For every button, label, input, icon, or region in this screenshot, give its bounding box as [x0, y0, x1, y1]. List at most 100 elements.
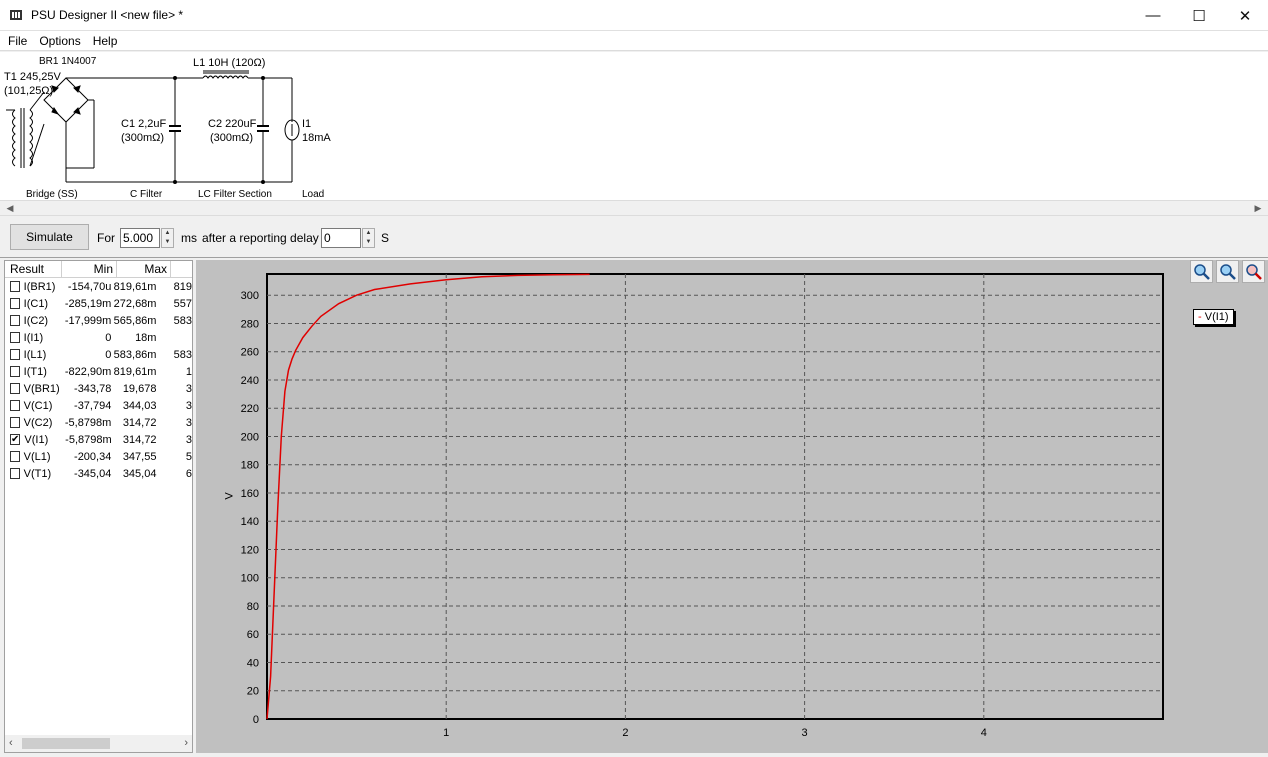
window-title: PSU Designer II <new file> * [31, 8, 184, 22]
result-extra: 583 [173, 314, 192, 327]
inductor-label: L1 10H (120Ω) [193, 57, 265, 69]
result-name: V(BR1) [23, 382, 60, 395]
scrollbar-thumb[interactable] [22, 738, 110, 749]
result-row[interactable]: I(T1) -822,90m 819,61m 1 [5, 363, 192, 380]
result-row[interactable]: V(L1) -200,34 347,55 5 [5, 448, 192, 465]
result-max: 583,86m [113, 348, 157, 361]
result-max: 819,61m [113, 280, 157, 293]
result-name: V(I1) [24, 433, 49, 446]
x-tick-label: 3 [802, 727, 808, 739]
duration-spinner[interactable]: ▲ ▼ [161, 228, 174, 248]
duration-input[interactable]: 5.000 [120, 228, 160, 248]
y-tick-label: 180 [241, 460, 259, 472]
menu-options[interactable]: Options [33, 34, 86, 48]
result-name: V(C2) [23, 416, 53, 429]
result-row[interactable]: I(C1) -285,19m 272,68m 557 [5, 295, 192, 312]
schematic-scrollbar[interactable]: ◀ ▶ [0, 200, 1268, 216]
result-max: 345,04 [122, 467, 157, 480]
transformer-symbol[interactable] [6, 91, 45, 168]
y-tick-label: 60 [247, 629, 259, 641]
result-row[interactable]: ✔ V(I1) -5,8798m 314,72 3 [5, 431, 192, 448]
c2-label: C2 220uF [208, 118, 257, 130]
result-checkbox[interactable] [10, 417, 20, 428]
result-max: 19,678 [122, 382, 157, 395]
result-checkbox[interactable] [10, 468, 20, 479]
maximize-button[interactable]: ☐ [1176, 0, 1222, 31]
result-min: -822,90m [64, 365, 112, 378]
result-name: V(T1) [23, 467, 52, 480]
bridge-label: BR1 1N4007 [39, 56, 97, 67]
result-checkbox[interactable] [10, 332, 20, 343]
y-tick-label: 20 [247, 686, 259, 698]
menu-help[interactable]: Help [87, 34, 124, 48]
result-row[interactable]: V(T1) -345,04 345,04 6 [5, 465, 192, 482]
scroll-left-icon[interactable]: ◀ [2, 201, 18, 215]
result-checkbox[interactable] [10, 281, 20, 292]
duration-unit: ms [181, 231, 197, 245]
section-load-label: Load [302, 189, 324, 200]
results-list: Result Min Max I(BR1) -154,70u 819,61m 819 I… [4, 260, 193, 753]
close-button[interactable]: ✕ [1222, 0, 1268, 31]
bridge-rectifier-symbol[interactable] [43, 77, 292, 183]
menu-file[interactable]: File [0, 34, 33, 48]
result-row[interactable]: V(C2) -5,8798m 314,72 3 [5, 414, 192, 431]
result-checkbox[interactable] [10, 315, 20, 326]
c1-resistance: (300mΩ) [121, 132, 164, 144]
transformer-label: T1 245,25V [4, 71, 62, 83]
result-min: 0 [105, 348, 112, 361]
header-max[interactable]: Max [117, 261, 171, 277]
schematic-view[interactable]: BR1 1N4007 T1 245,25V (101,25Ω) L1 10H (… [0, 52, 1268, 200]
result-checkbox[interactable] [10, 298, 20, 309]
result-checkbox[interactable] [10, 400, 20, 411]
result-extra: 3 [185, 433, 192, 446]
results-scrollbar[interactable]: ‹ › [5, 735, 192, 752]
result-checkbox[interactable] [10, 366, 20, 377]
y-tick-label: 280 [241, 318, 259, 330]
result-checkbox[interactable]: ✔ [10, 434, 21, 445]
result-row[interactable]: I(C2) -17,999m 565,86m 583 [5, 312, 192, 329]
result-checkbox[interactable] [10, 349, 20, 360]
result-row[interactable]: V(C1) -37,794 344,03 3 [5, 397, 192, 414]
scroll-right-icon[interactable]: › [184, 737, 188, 749]
menu-bar: File Options Help [0, 31, 1268, 51]
voltage-chart[interactable]: 0 20 40 60 80 100 120 140 160 180 200 220 240 260 280 3… [196, 260, 1268, 753]
result-row[interactable]: V(BR1) -343,78 19,678 3 [5, 380, 192, 397]
section-cfilter-label: C Filter [130, 189, 163, 200]
result-extra: 5 [185, 450, 192, 463]
result-row[interactable]: I(I1) 0 18m [5, 329, 192, 346]
result-name: I(T1) [23, 365, 47, 378]
y-tick-label: 140 [241, 516, 259, 528]
result-min: -154,70u [67, 280, 112, 293]
result-min: -17,999m [64, 314, 112, 327]
result-max: 314,72 [122, 433, 157, 446]
y-tick-label: 100 [241, 573, 259, 585]
result-max: 314,72 [122, 416, 157, 429]
current-source-load-symbol[interactable] [284, 78, 300, 182]
y-tick-label: 220 [241, 403, 259, 415]
delay-input[interactable]: 0 [321, 228, 361, 248]
result-name: I(C1) [23, 297, 49, 310]
result-max: 819,61m [113, 365, 157, 378]
delay-spinner[interactable]: ▲ ▼ [362, 228, 375, 248]
graph-pane: - V(I1) V 0 20 40 60 80 100 120 140 160 180 200 220… [196, 260, 1268, 753]
result-checkbox[interactable] [10, 383, 20, 394]
result-name: V(C1) [23, 399, 53, 412]
scroll-left-icon[interactable]: ‹ [9, 737, 13, 749]
result-row[interactable]: I(L1) 0 583,86m 583 [5, 346, 192, 363]
capacitor-c1-symbol[interactable] [169, 76, 181, 184]
capacitor-c2-symbol[interactable] [257, 76, 269, 184]
result-checkbox[interactable] [10, 451, 20, 462]
plot-area [266, 273, 1164, 720]
load-value: 18mA [302, 132, 331, 144]
header-min[interactable]: Min [62, 261, 117, 277]
scroll-right-icon[interactable]: ▶ [1250, 201, 1266, 215]
results-header: Result Min Max [5, 261, 192, 278]
load-name: I1 [302, 118, 311, 130]
simulate-button[interactable]: Simulate [10, 224, 89, 250]
header-result[interactable]: Result [5, 261, 62, 277]
minimize-button[interactable]: — [1130, 0, 1176, 31]
result-row[interactable]: I(BR1) -154,70u 819,61m 819 [5, 278, 192, 295]
for-label: For [97, 231, 115, 245]
inductor-l1-symbol[interactable] [175, 70, 292, 79]
result-name: V(L1) [23, 450, 51, 463]
